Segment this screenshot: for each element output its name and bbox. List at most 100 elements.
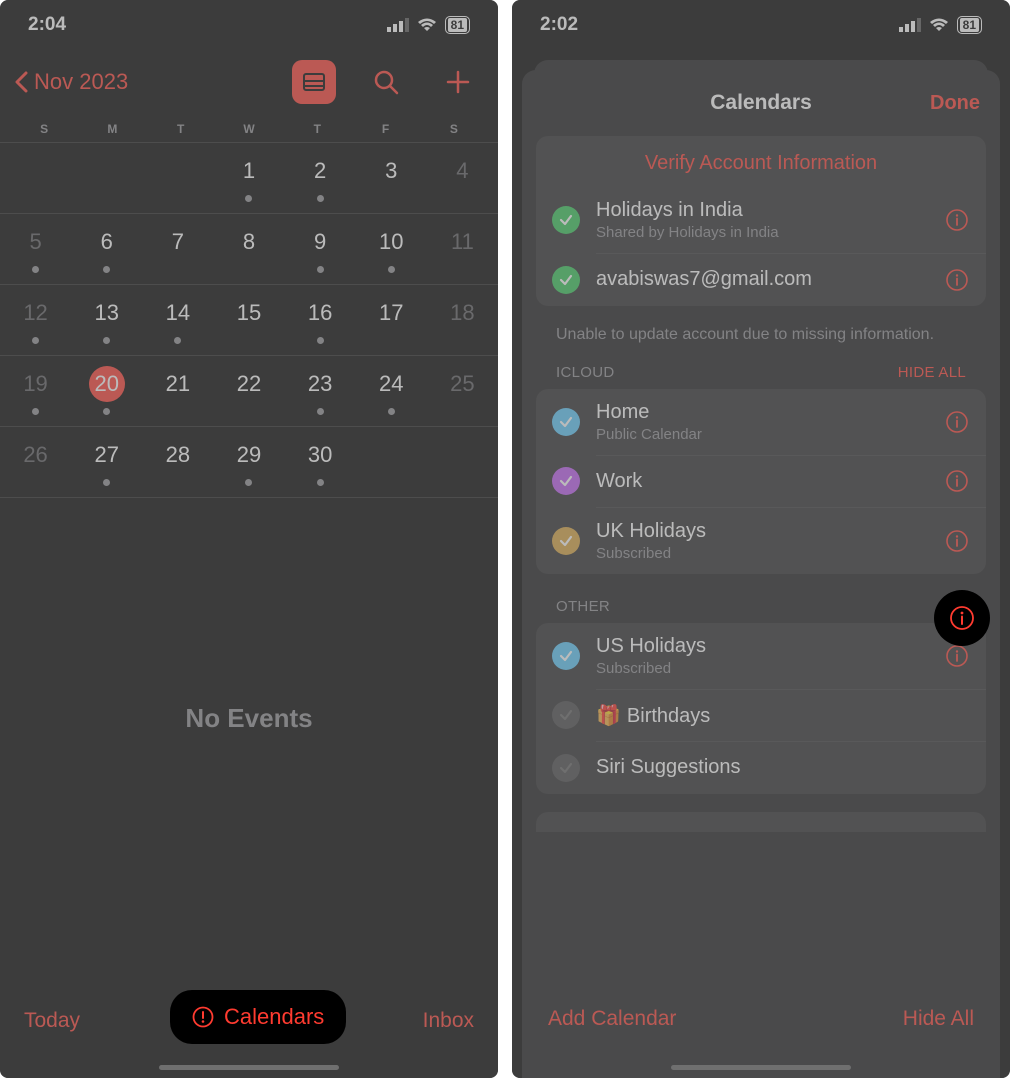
calendar-title: Siri Suggestions: [596, 756, 741, 779]
day-cell[interactable]: 26: [0, 427, 71, 497]
day-cell[interactable]: 8: [213, 214, 284, 284]
day-cell[interactable]: 25: [427, 356, 498, 426]
calendar-checkbox[interactable]: [552, 642, 580, 670]
calendar-checkbox[interactable]: [552, 754, 580, 782]
day-cell[interactable]: 19: [0, 356, 71, 426]
week-row: 19202122232425: [0, 356, 498, 427]
calendar-title: Holidays in India: [596, 199, 779, 222]
calendars-highlight[interactable]: Calendars: [170, 990, 346, 1044]
day-cell[interactable]: 12: [0, 285, 71, 355]
verify-header: Verify Account Information: [536, 136, 986, 187]
day-cell[interactable]: 20: [71, 356, 142, 426]
day-cell[interactable]: 2: [285, 143, 356, 213]
day-cell[interactable]: 5: [0, 214, 71, 284]
day-cell[interactable]: 21: [142, 356, 213, 426]
info-icon: [945, 410, 969, 434]
calendar-checkbox[interactable]: [552, 408, 580, 436]
calendar-checkbox[interactable]: [552, 701, 580, 729]
day-cell[interactable]: 18: [427, 285, 498, 355]
day-cell: [427, 427, 498, 497]
list-view-icon: [302, 72, 326, 92]
done-button[interactable]: Done: [930, 92, 980, 115]
day-cell[interactable]: 9: [285, 214, 356, 284]
day-cell[interactable]: 24: [356, 356, 427, 426]
view-toggle-button[interactable]: [292, 60, 336, 104]
day-cell: [71, 143, 142, 213]
plus-icon: [445, 69, 471, 95]
hide-all-button[interactable]: HIDE ALL: [898, 364, 966, 381]
sheet-header: Calendars Done: [522, 70, 1000, 136]
calendar-item[interactable]: Holidays in IndiaShared by Holidays in I…: [536, 187, 986, 253]
info-button[interactable]: [944, 409, 970, 435]
signal-icon: [899, 18, 921, 32]
info-button[interactable]: [944, 468, 970, 494]
day-cell[interactable]: 10: [356, 214, 427, 284]
weekday-label: W: [215, 122, 283, 136]
info-button[interactable]: [944, 267, 970, 293]
status-time: 2:02: [540, 14, 578, 36]
weekday-label: S: [420, 122, 488, 136]
calendar-checkbox[interactable]: [552, 266, 580, 294]
calendar-item[interactable]: US HolidaysSubscribed: [536, 623, 986, 689]
weekday-label: M: [78, 122, 146, 136]
add-calendar-button[interactable]: Add Calendar: [548, 1007, 676, 1031]
day-cell[interactable]: 29: [213, 427, 284, 497]
calendar-checkbox[interactable]: [552, 467, 580, 495]
wifi-icon: [417, 18, 437, 32]
add-button[interactable]: [436, 60, 480, 104]
inbox-button[interactable]: Inbox: [423, 1009, 474, 1033]
calendar-item[interactable]: UK HolidaysSubscribed: [536, 508, 986, 574]
calendar-item[interactable]: Siri Suggestions: [536, 742, 986, 794]
day-cell[interactable]: 17: [356, 285, 427, 355]
back-button[interactable]: Nov 2023: [14, 69, 128, 95]
day-cell[interactable]: 28: [142, 427, 213, 497]
day-cell[interactable]: 16: [285, 285, 356, 355]
month-grid[interactable]: 1234567891011121314151617181920212223242…: [0, 142, 498, 498]
day-cell[interactable]: 3: [356, 143, 427, 213]
calendar-item[interactable]: avabiswas7@gmail.com: [536, 254, 986, 306]
weekday-label: S: [10, 122, 78, 136]
day-cell[interactable]: 15: [213, 285, 284, 355]
calendar-checkbox[interactable]: [552, 206, 580, 234]
partial-card: [536, 812, 986, 832]
calendar-item[interactable]: HomePublic Calendar: [536, 389, 986, 455]
calendar-item[interactable]: Work: [536, 455, 986, 507]
battery-icon: 81: [957, 16, 982, 34]
info-button[interactable]: [944, 207, 970, 233]
day-cell[interactable]: 22: [213, 356, 284, 426]
today-button[interactable]: Today: [24, 1009, 80, 1033]
day-cell[interactable]: 14: [142, 285, 213, 355]
day-cell[interactable]: 6: [71, 214, 142, 284]
day-cell[interactable]: 30: [285, 427, 356, 497]
day-cell[interactable]: 1: [213, 143, 284, 213]
day-cell[interactable]: 23: [285, 356, 356, 426]
info-button[interactable]: [944, 528, 970, 554]
chevron-left-icon: [14, 71, 28, 93]
home-indicator[interactable]: [671, 1065, 851, 1070]
info-icon: [945, 208, 969, 232]
weekday-label: T: [147, 122, 215, 136]
info-button[interactable]: [944, 643, 970, 669]
signal-icon: [387, 18, 409, 32]
calendars-label: Calendars: [224, 1004, 324, 1030]
search-button[interactable]: [364, 60, 408, 104]
gift-icon: 🎁: [596, 705, 621, 727]
sheet-toolbar: Add Calendar Hide All: [522, 984, 1000, 1078]
day-cell[interactable]: 11: [427, 214, 498, 284]
calendar-checkbox[interactable]: [552, 527, 580, 555]
day-cell[interactable]: 27: [71, 427, 142, 497]
back-label: Nov 2023: [34, 69, 128, 95]
info-icon: [945, 644, 969, 668]
home-indicator[interactable]: [159, 1065, 339, 1070]
hide-all-bottom-button[interactable]: Hide All: [903, 1007, 974, 1031]
calendar-item[interactable]: 🎁Birthdays: [536, 689, 986, 741]
other-section-header: OTHER: [536, 592, 986, 623]
calendars-sheet: Calendars Done Verify Account Informatio…: [522, 70, 1000, 1078]
calendar-title: UK Holidays: [596, 520, 706, 543]
day-cell[interactable]: 13: [71, 285, 142, 355]
day-cell[interactable]: 7: [142, 214, 213, 284]
status-bar: 2:04 81: [0, 0, 498, 50]
day-cell[interactable]: 4: [427, 143, 498, 213]
battery-icon: 81: [445, 16, 470, 34]
info-highlight[interactable]: [934, 590, 990, 646]
